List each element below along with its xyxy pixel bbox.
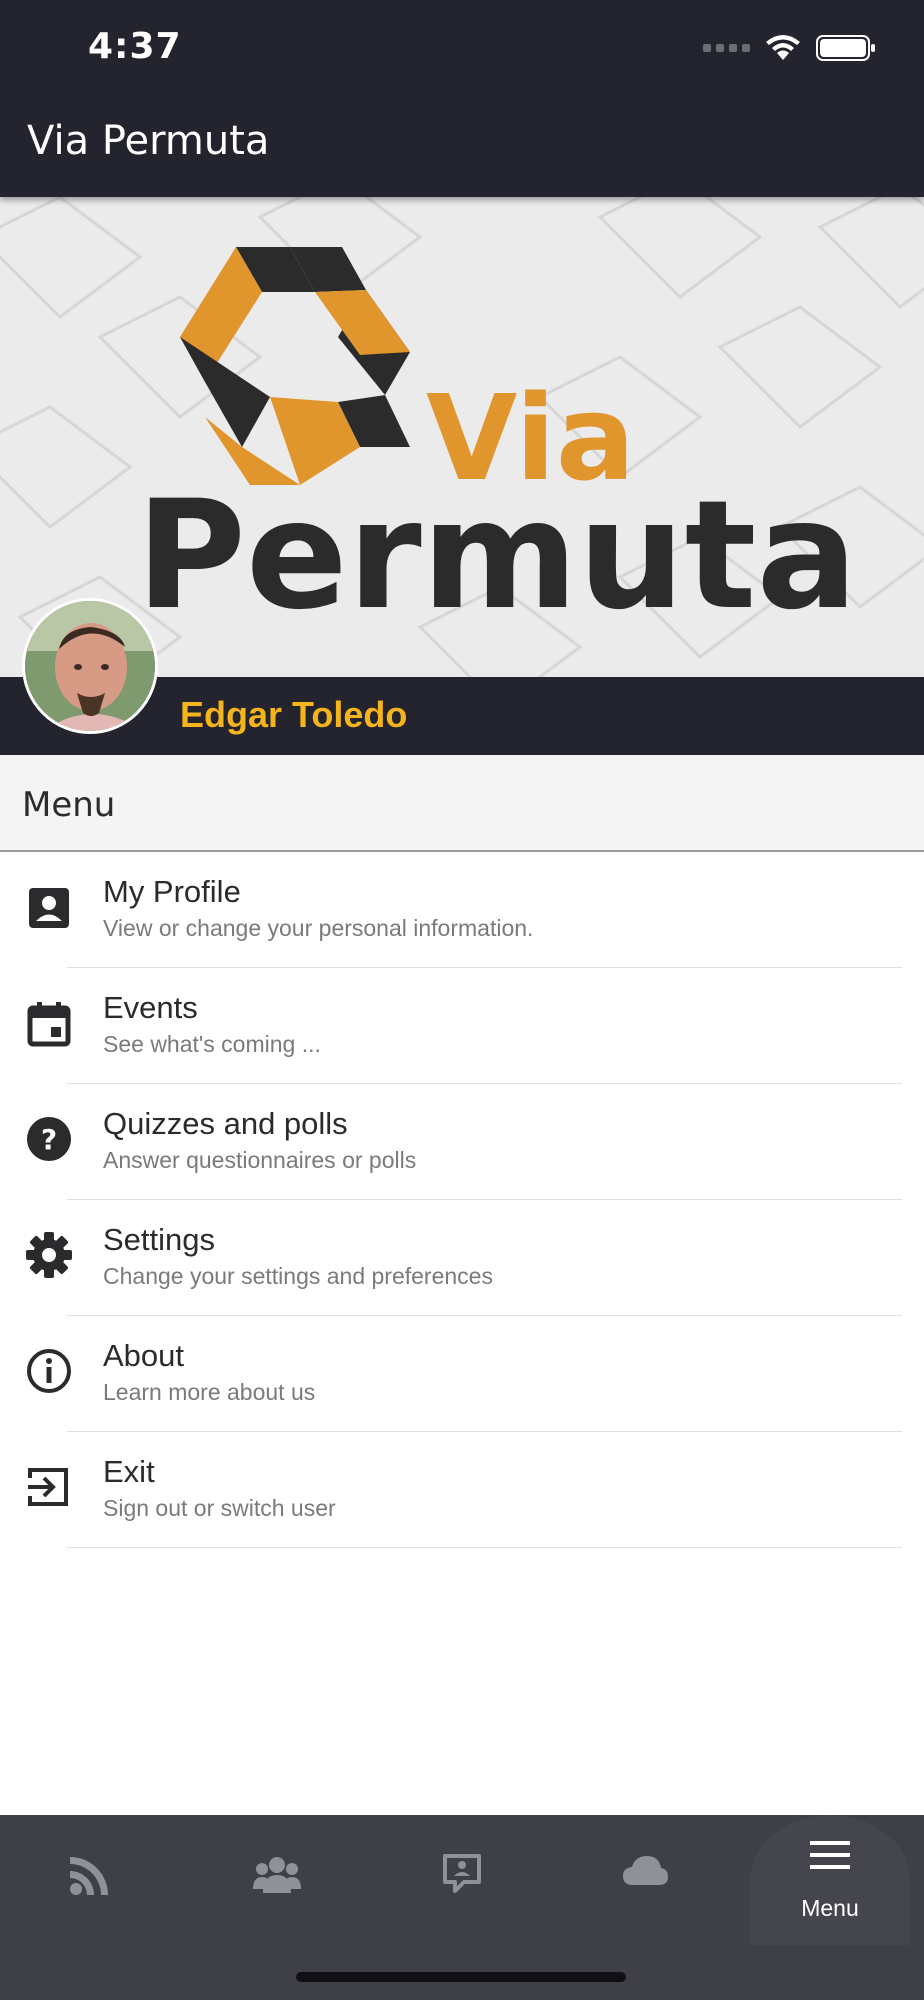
profile-banner: Via Permuta: [0, 197, 924, 677]
svg-text:?: ?: [41, 1123, 57, 1156]
gear-icon: [26, 1232, 72, 1278]
status-icons: [703, 34, 876, 62]
tab-chat[interactable]: [382, 1815, 542, 1945]
menu-item-my-profile[interactable]: My Profile View or change your personal …: [0, 852, 924, 968]
tab-menu[interactable]: Menu: [750, 1815, 910, 1945]
chat-bubble-icon: [443, 1854, 481, 1893]
menu-item-title: Exit: [103, 1454, 155, 1489]
app-title: Via Permuta: [27, 118, 270, 164]
avatar-photo: [25, 601, 155, 731]
menu-section-header: Menu: [0, 755, 924, 852]
hamburger-menu-icon: [810, 1841, 850, 1869]
menu-item-title: Events: [103, 990, 198, 1025]
menu-item-settings[interactable]: Settings Change your settings and prefer…: [0, 1200, 924, 1316]
menu-item-subtitle: Sign out or switch user: [103, 1495, 336, 1521]
people-icon: [253, 1857, 301, 1893]
menu-item-subtitle: View or change your personal information…: [103, 915, 534, 941]
cloud-icon: [623, 1856, 668, 1885]
menu-item-subtitle: See what's coming ...: [103, 1031, 321, 1057]
menu-item-events[interactable]: Events See what's coming ...: [0, 968, 924, 1084]
via-permuta-logo-mark: [180, 247, 410, 485]
status-time: 4:37: [88, 26, 182, 67]
logo-word-permuta: Permuta: [136, 469, 858, 643]
home-indicator[interactable]: [296, 1972, 626, 1982]
user-avatar[interactable]: [22, 598, 158, 734]
battery-icon: [816, 35, 875, 61]
menu-item-quizzes-and-polls[interactable]: ? Quizzes and polls Answer questionnaire…: [0, 1084, 924, 1200]
menu-item-subtitle: Change your settings and preferences: [103, 1263, 493, 1289]
menu-item-about[interactable]: About Learn more about us: [0, 1316, 924, 1432]
tab-cloud[interactable]: [565, 1815, 725, 1945]
info-icon: [27, 1349, 71, 1393]
divider: [67, 1547, 902, 1548]
rss-feed-icon: [70, 1857, 108, 1895]
menu-item-exit[interactable]: Exit Sign out or switch user: [0, 1432, 924, 1548]
menu-item-subtitle: Learn more about us: [103, 1379, 316, 1405]
contact-card-icon: [29, 888, 69, 928]
tab-people[interactable]: [197, 1815, 357, 1945]
menu-item-title: Settings: [103, 1222, 216, 1257]
app-header: 4:37 Via Permuta: [0, 0, 924, 197]
menu-list: My Profile View or change your personal …: [0, 852, 924, 1548]
wifi-icon: [766, 35, 800, 60]
menu-item-title: Quizzes and polls: [103, 1106, 348, 1141]
tab-menu-label: Menu: [801, 1895, 859, 1921]
tab-feed[interactable]: [10, 1815, 170, 1945]
menu-item-title: About: [103, 1338, 185, 1373]
calendar-icon: [27, 1002, 71, 1047]
menu-item-title: My Profile: [103, 874, 241, 909]
menu-item-subtitle: Answer questionnaires or polls: [103, 1147, 417, 1173]
banner-pattern: Via Permuta: [0, 197, 924, 677]
cellular-signal-icon: [703, 44, 750, 52]
user-name[interactable]: Edgar Toledo: [180, 694, 407, 736]
exit-icon: [28, 1468, 68, 1506]
help-circle-icon: ?: [27, 1117, 71, 1161]
menu-header-label: Menu: [22, 785, 116, 825]
